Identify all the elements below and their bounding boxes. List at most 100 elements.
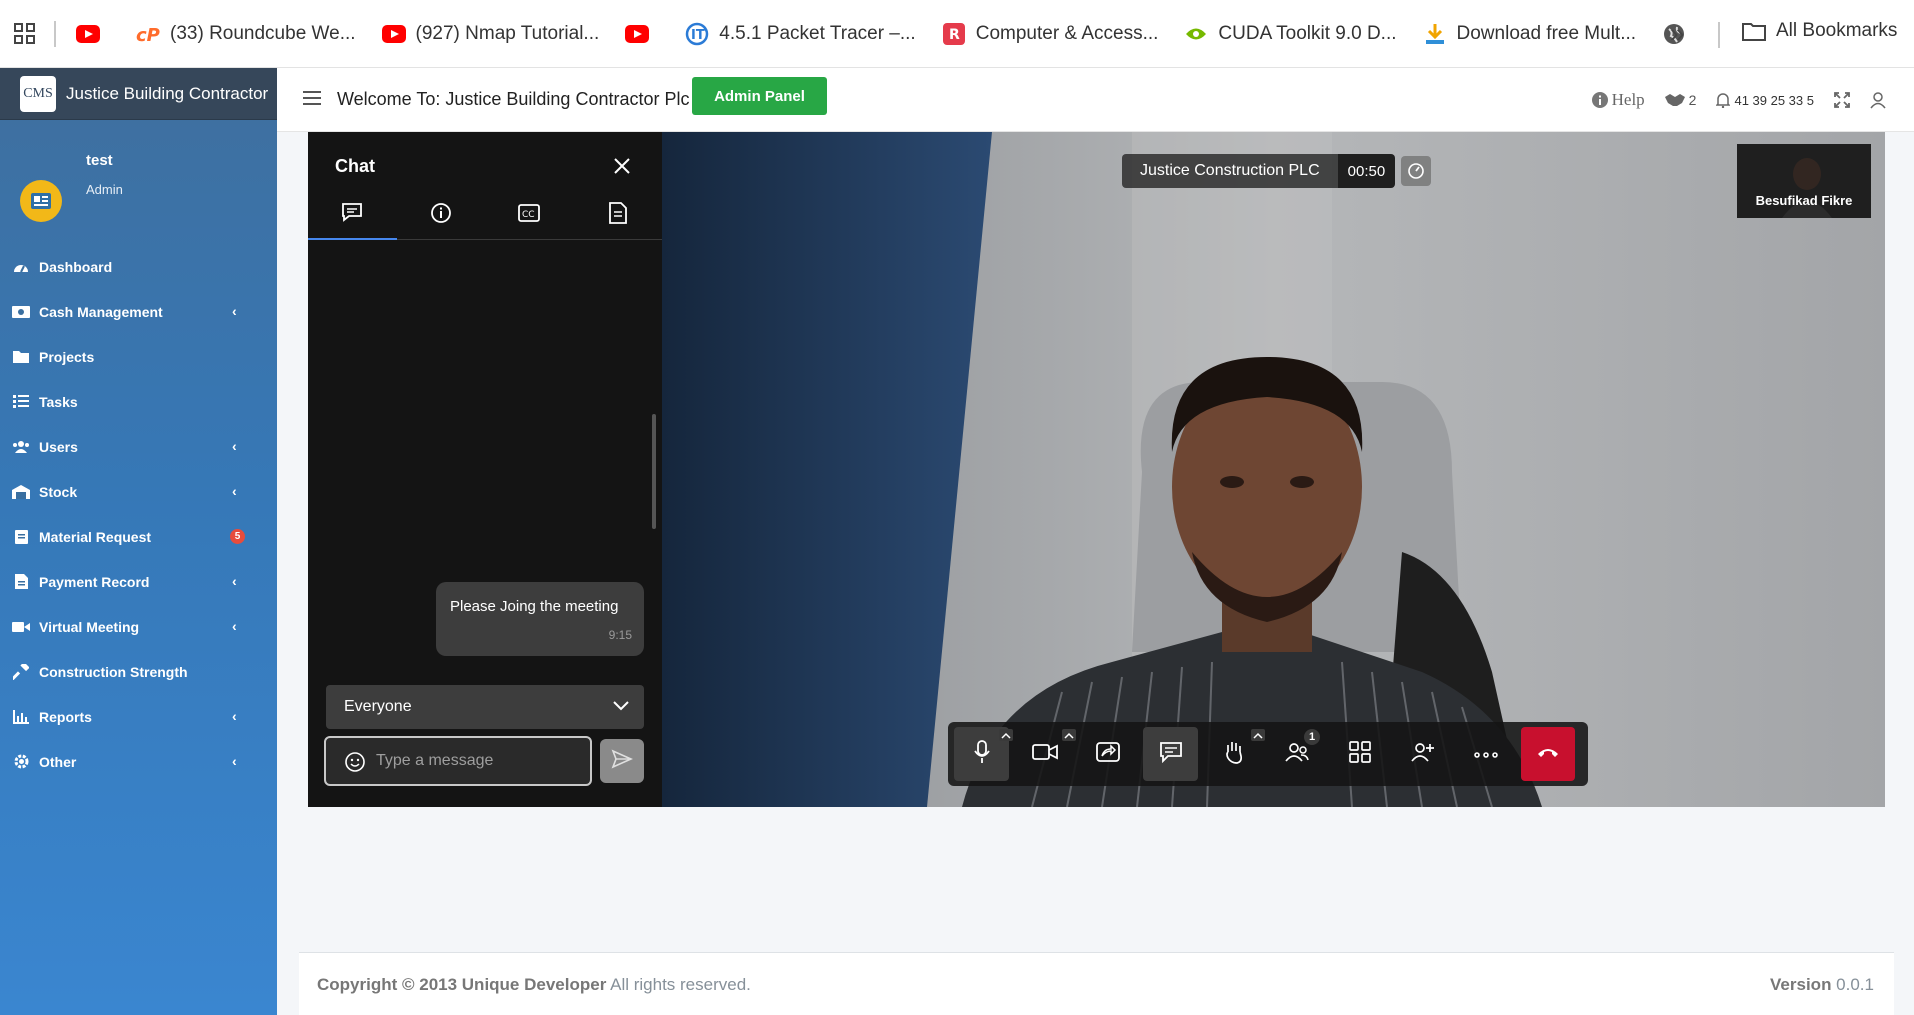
meeting-timer: 00:50 bbox=[1337, 154, 1396, 188]
folder-icon bbox=[1742, 21, 1766, 41]
sidebar-item-users[interactable]: Users ‹ bbox=[0, 424, 277, 469]
closed-captions-icon: CC bbox=[518, 203, 541, 227]
cpanel-icon: cP bbox=[136, 22, 160, 46]
leave-meeting-button[interactable] bbox=[1521, 727, 1575, 781]
microphone-button[interactable] bbox=[954, 727, 1013, 781]
chevron-left-icon: ‹ bbox=[232, 303, 237, 319]
it-icon: IT bbox=[685, 22, 709, 46]
version-value: 0.0.1 bbox=[1831, 975, 1874, 994]
chat-scrollbar[interactable] bbox=[652, 414, 656, 529]
warehouse-icon bbox=[12, 484, 30, 500]
help-link[interactable]: Help bbox=[1591, 90, 1645, 110]
tab-closed-captions[interactable]: CC bbox=[485, 190, 574, 240]
chevron-down-icon bbox=[612, 699, 630, 717]
copyright-owner[interactable]: Copyright © 2013 Unique Developer bbox=[317, 975, 606, 994]
tab-document[interactable] bbox=[574, 190, 663, 240]
cash-icon bbox=[12, 304, 30, 320]
copyright: Copyright © 2013 Unique Developer All ri… bbox=[317, 975, 751, 995]
svg-text:CC: CC bbox=[522, 210, 535, 220]
screen-share-button[interactable] bbox=[1080, 727, 1135, 781]
chevron-left-icon: ‹ bbox=[232, 753, 237, 769]
user-name[interactable]: test bbox=[86, 152, 113, 169]
more-bookmarks-icon[interactable]: » bbox=[1670, 18, 1684, 49]
emoji-icon[interactable] bbox=[344, 751, 366, 778]
bookmark-nmap[interactable]: (927) Nmap Tutorial... bbox=[381, 22, 599, 46]
meeting-toolbar: 1 bbox=[948, 722, 1588, 786]
video-icon bbox=[12, 619, 30, 635]
sidebar-item-projects[interactable]: Projects bbox=[0, 334, 277, 379]
bookmark-roundcube[interactable]: cP (33) Roundcube We... bbox=[136, 22, 356, 46]
notifications-link[interactable]: 41 39 25 33 5 bbox=[1716, 92, 1814, 108]
main-video[interactable] bbox=[662, 132, 1885, 807]
bookmark-youtube-1[interactable] bbox=[76, 22, 110, 46]
chevron-left-icon: ‹ bbox=[232, 483, 237, 499]
bookmark-cuda[interactable]: CUDA Toolkit 9.0 D... bbox=[1184, 22, 1397, 46]
chevron-up-icon[interactable] bbox=[999, 729, 1013, 741]
copyright-rest: All rights reserved. bbox=[606, 975, 751, 994]
bookmark-packet-tracer[interactable]: IT 4.5.1 Packet Tracer –... bbox=[685, 22, 916, 46]
sidebar-item-other[interactable]: Other ‹ bbox=[0, 739, 277, 784]
send-button[interactable] bbox=[600, 739, 644, 783]
svg-text:IT: IT bbox=[691, 28, 705, 43]
download-icon bbox=[1423, 22, 1447, 46]
sidebar-item-construction-strength[interactable]: Construction Strength bbox=[0, 649, 277, 694]
clipboard-icon bbox=[12, 529, 30, 545]
sidebar-item-cash-management[interactable]: Cash Management ‹ bbox=[0, 289, 277, 334]
sidebar-item-stock[interactable]: Stock ‹ bbox=[0, 469, 277, 514]
bookmark-download[interactable]: Download free Mult... bbox=[1423, 22, 1636, 46]
admin-panel-button[interactable]: Admin Panel bbox=[692, 77, 827, 115]
tab-chat[interactable] bbox=[308, 190, 397, 240]
chevron-left-icon: ‹ bbox=[232, 438, 237, 454]
close-icon[interactable] bbox=[613, 157, 633, 177]
tile-view-button[interactable] bbox=[1332, 727, 1387, 781]
tasks-icon bbox=[12, 394, 30, 410]
gear-icon bbox=[12, 754, 30, 770]
participant-thumbnail[interactable]: Besufikad Fikre bbox=[1737, 144, 1871, 218]
camera-button[interactable] bbox=[1017, 727, 1076, 781]
tile-view-icon bbox=[1348, 740, 1371, 768]
top-navbar: Welcome To: Justice Building Contractor … bbox=[277, 68, 1914, 132]
sidebar-menu: Dashboard Cash Management ‹ Projects Tas… bbox=[0, 244, 277, 784]
raise-hand-button[interactable] bbox=[1206, 727, 1265, 781]
participants-button[interactable]: 1 bbox=[1269, 727, 1324, 781]
bookmark-computer-access[interactable]: R Computer & Access... bbox=[942, 22, 1158, 46]
avatar[interactable] bbox=[20, 180, 62, 222]
performance-gauge-icon[interactable] bbox=[1401, 156, 1432, 186]
r-icon: R bbox=[942, 22, 966, 46]
invite-button[interactable] bbox=[1395, 727, 1450, 781]
sidebar-item-payment-record[interactable]: Payment Record ‹ bbox=[0, 559, 277, 604]
all-bookmarks-button[interactable]: All Bookmarks bbox=[1742, 20, 1897, 42]
sidebar-item-dashboard[interactable]: Dashboard bbox=[0, 244, 277, 289]
document-icon bbox=[608, 201, 627, 229]
participant-video-feed bbox=[662, 132, 1885, 807]
bookmarks-divider bbox=[54, 20, 56, 47]
apps-grid-icon[interactable] bbox=[10, 19, 40, 49]
hamburger-menu-icon[interactable] bbox=[303, 90, 323, 108]
youtube-icon bbox=[381, 22, 406, 46]
sidebar-item-reports[interactable]: Reports ‹ bbox=[0, 694, 277, 739]
chat-toggle-button[interactable] bbox=[1143, 727, 1198, 781]
chat-message: Please Joing the meeting 9:15 bbox=[436, 582, 644, 656]
participants-icon bbox=[1284, 741, 1310, 768]
user-role: Admin bbox=[86, 182, 123, 197]
sidebar-item-virtual-meeting[interactable]: Virtual Meeting ‹ bbox=[0, 604, 277, 649]
chevron-left-icon: ‹ bbox=[232, 708, 237, 724]
chevron-up-icon[interactable] bbox=[1251, 729, 1265, 741]
chart-icon bbox=[12, 709, 30, 725]
user-panel: test Admin bbox=[0, 68, 277, 244]
handshake-link[interactable]: 2 bbox=[1664, 92, 1696, 108]
bookmark-youtube-2[interactable] bbox=[625, 22, 659, 46]
message-input[interactable] bbox=[376, 746, 581, 776]
more-options-button[interactable] bbox=[1458, 727, 1513, 781]
chat-panel: Chat CC Please Joing the meeting 9:15 Ev… bbox=[308, 132, 662, 807]
svg-text:R: R bbox=[949, 27, 960, 43]
participant-name: Besufikad Fikre bbox=[1755, 193, 1853, 208]
chat-title: Chat bbox=[335, 156, 375, 176]
chevron-up-icon[interactable] bbox=[1062, 729, 1076, 741]
sidebar-item-material-request[interactable]: Material Request 5 bbox=[0, 514, 277, 559]
tab-info[interactable] bbox=[397, 190, 486, 240]
recipient-select[interactable]: Everyone bbox=[326, 685, 644, 729]
user-profile-icon[interactable] bbox=[1870, 91, 1886, 109]
sidebar-item-tasks[interactable]: Tasks bbox=[0, 379, 277, 424]
fullscreen-icon[interactable] bbox=[1834, 92, 1850, 108]
